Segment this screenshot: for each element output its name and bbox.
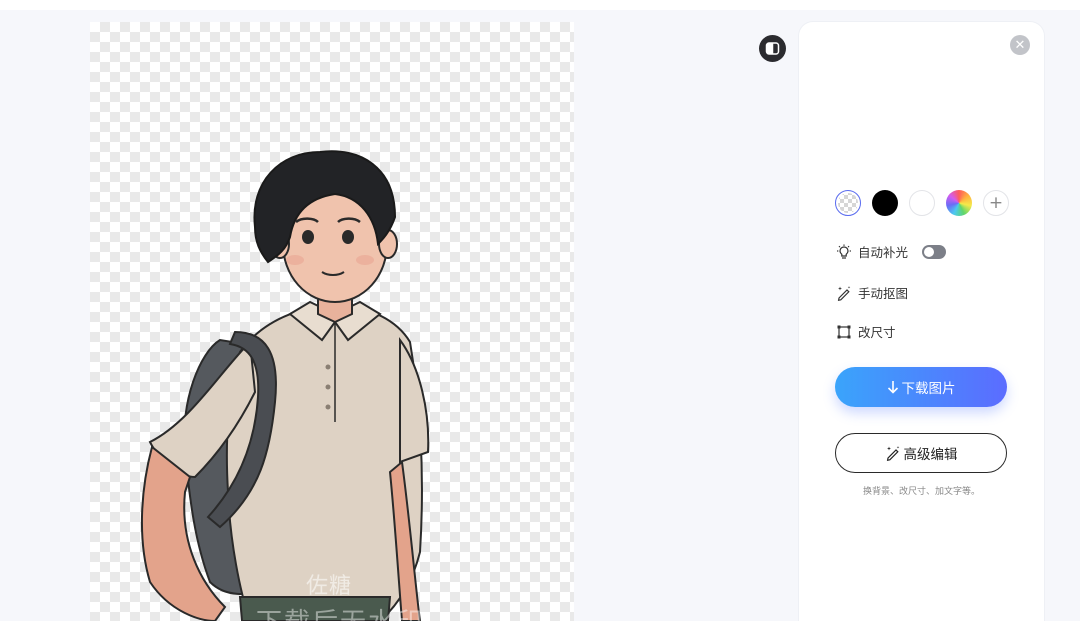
auto-light-option[interactable]: 自动补光: [835, 242, 947, 261]
lightbulb-icon: [835, 243, 853, 261]
resize-option[interactable]: 改尺寸: [835, 322, 896, 341]
auto-light-toggle[interactable]: [922, 244, 947, 259]
edit-panel: ✕ + 自动补光 手动抠图 改尺寸 下载图片 高级编辑 换背景、改尺寸、加文字等…: [799, 22, 1044, 621]
background-swatches: +: [835, 190, 1009, 216]
compare-icon: [765, 42, 780, 55]
download-label: 下载图片: [901, 381, 956, 397]
manual-cutout-label: 手动抠图: [858, 286, 909, 301]
magic-pen-icon: [835, 284, 853, 302]
magic-pen-icon: [885, 445, 901, 461]
close-button[interactable]: ✕: [1010, 35, 1030, 55]
watermark-brand: 佐糖: [306, 574, 353, 599]
download-image-button[interactable]: 下载图片: [835, 367, 1007, 407]
download-arrow-icon: [887, 380, 899, 394]
plus-icon: +: [988, 192, 1004, 213]
add-swatch-button[interactable]: +: [983, 190, 1009, 216]
advanced-edit-button[interactable]: 高级编辑: [835, 433, 1007, 473]
swatch-black[interactable]: [872, 190, 898, 216]
advanced-edit-label: 高级编辑: [903, 447, 958, 463]
swatch-color-picker[interactable]: [946, 190, 972, 216]
top-strip: [0, 0, 1080, 10]
advanced-edit-hint: 换背景、改尺寸、加文字等。: [862, 487, 980, 497]
crop-frame-icon: [835, 323, 853, 341]
watermark-notice: 下载后无水印: [256, 602, 424, 621]
cutout-person-image: [141, 150, 430, 621]
compare-toggle-button[interactable]: [759, 35, 786, 62]
auto-light-label: 自动补光: [858, 245, 909, 260]
resize-label: 改尺寸: [858, 325, 896, 340]
swatch-transparent[interactable]: [835, 190, 861, 216]
manual-cutout-option[interactable]: 手动抠图: [835, 283, 908, 302]
swatch-white[interactable]: [909, 190, 935, 216]
image-canvas[interactable]: 佐糖 下载后无水印: [90, 22, 574, 621]
close-icon: ✕: [1014, 37, 1026, 53]
